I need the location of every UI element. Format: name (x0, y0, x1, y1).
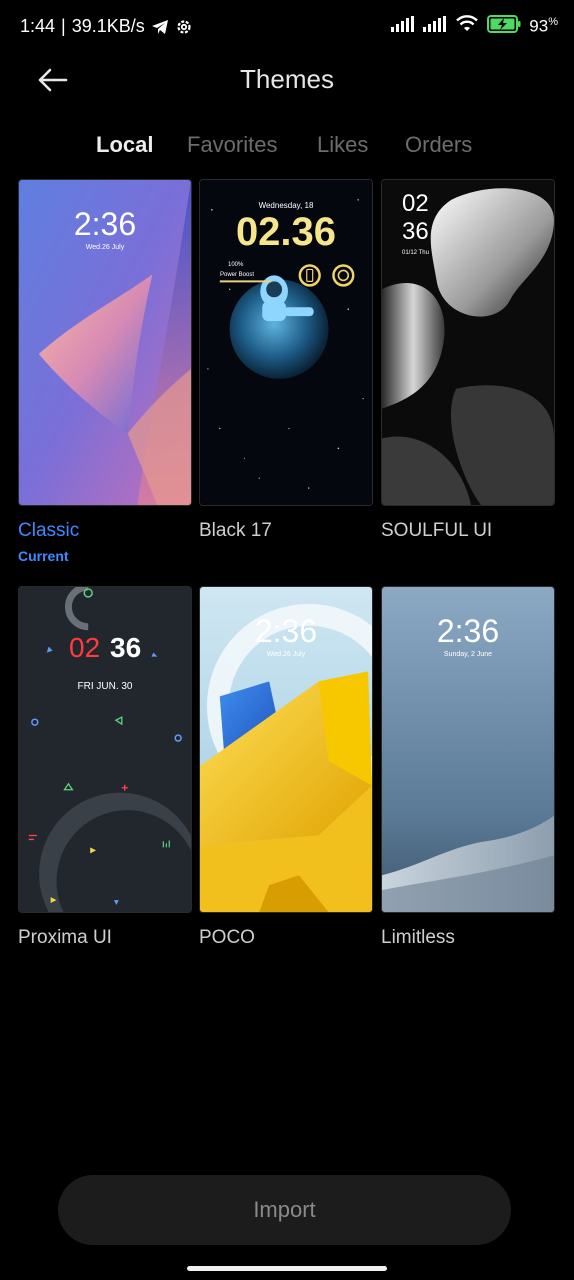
tab-favorites[interactable]: Favorites (187, 132, 277, 158)
theme-preview-classic[interactable]: 2:36 Wed.26 July (18, 179, 192, 506)
limitless-preview-time: 2:36 (436, 613, 500, 649)
theme-preview-soulful-ui[interactable]: 02 36 01/12 Thu (381, 179, 555, 506)
classic-preview-time: 2:36 (73, 206, 137, 242)
signal-icon (423, 16, 447, 37)
tab-local[interactable]: Local (96, 132, 153, 158)
theme-name-poco: POCO (199, 927, 255, 948)
network-speed: 39.1KB/s (71, 16, 145, 36)
theme-name-black-17: Black 17 (199, 520, 272, 541)
theme-preview-poco[interactable]: 2:36 Wed.26 July (199, 586, 373, 913)
black-17-preview-battery: 100% (228, 262, 244, 268)
limitless-preview-date: Sunday, 2 June (443, 651, 493, 658)
settings-gear-icon (175, 18, 193, 36)
status-left: 1:44 | 39.1KB/s (20, 16, 193, 37)
status-separator: | (61, 16, 66, 36)
battery-percent-value: 93 (529, 16, 549, 36)
black-17-preview-date: Wednesday, 18 (258, 201, 314, 210)
proxima-preview-hour: 02 (69, 632, 101, 663)
theme-preview-proxima-ui[interactable]: 02 36 FRI JUN. 30 (18, 586, 192, 913)
poco-preview-date: Wed.26 July (266, 651, 306, 658)
import-button[interactable]: Import (58, 1175, 511, 1245)
home-indicator[interactable] (187, 1266, 387, 1271)
proxima-preview-minute: 36 (110, 632, 142, 663)
classic-preview-date: Wed.26 July (85, 244, 125, 251)
theme-name-classic: Classic (18, 520, 80, 541)
theme-preview-black-17[interactable]: Wednesday, 18 02.36 100% Power Boost (199, 179, 373, 506)
current-badge: Current (18, 548, 69, 564)
status-right: 93% (391, 15, 558, 38)
theme-name-limitless: Limitless (381, 927, 455, 948)
battery-percent-unit: % (548, 16, 558, 29)
soulful-preview-date: 01/12 Thu (402, 250, 429, 256)
theme-name-soulful-ui: SOULFUL UI (381, 520, 493, 541)
theme-card-soulful-ui[interactable]: 02 36 01/12 Thu SOULFUL UI (381, 179, 555, 542)
page-title: Themes (240, 64, 334, 94)
theme-card-classic[interactable]: 2:36 Wed.26 July Classic Current (18, 179, 192, 564)
theme-card-proxima-ui[interactable]: 02 36 FRI JUN. 30 Proxima UI (18, 586, 192, 949)
battery-percent: 93% (529, 16, 558, 37)
status-bar: 1:44 | 39.1KB/s 93% (0, 0, 574, 52)
theme-name-proxima-ui: Proxima UI (18, 927, 112, 948)
proxima-ui-wallpaper (19, 587, 191, 912)
tab-bar: Local Favorites Likes Orders (0, 132, 574, 162)
black-17-preview-time: 02.36 (235, 210, 337, 254)
soulful-preview-minute: 36 (402, 218, 429, 245)
theme-card-black-17[interactable]: Wednesday, 18 02.36 100% Power Boost Bla… (199, 179, 373, 542)
status-time: 1:44 (20, 16, 56, 36)
proxima-preview-date: FRI JUN. 30 (77, 681, 133, 692)
telegram-icon (151, 19, 169, 35)
tab-orders[interactable]: Orders (405, 132, 472, 158)
signal-icon (391, 16, 415, 37)
wifi-icon (455, 15, 479, 38)
tab-likes[interactable]: Likes (317, 132, 368, 158)
black-17-preview-mode: Power Boost (220, 272, 255, 278)
theme-card-poco[interactable]: 2:36 Wed.26 July POCO (199, 586, 373, 949)
battery-charging-icon (487, 15, 521, 38)
soulful-preview-hour: 02 (402, 190, 429, 217)
poco-preview-time: 2:36 (254, 613, 318, 649)
theme-card-limitless[interactable]: 2:36 Sunday, 2 June Limitless (381, 586, 555, 949)
theme-preview-limitless[interactable]: 2:36 Sunday, 2 June (381, 586, 555, 913)
